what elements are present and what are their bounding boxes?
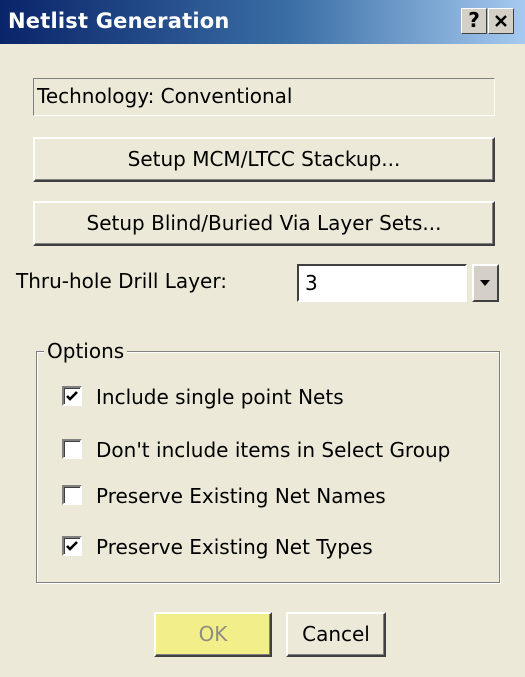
drill-layer-dropdown-button[interactable] <box>472 264 499 302</box>
checkbox[interactable] <box>62 439 82 459</box>
option-label: Preserve Existing Net Names <box>96 484 386 508</box>
option-label: Don't include items in Select Group <box>96 438 451 462</box>
cancel-button[interactable]: Cancel <box>286 612 386 657</box>
help-button[interactable]: ? <box>461 8 487 34</box>
close-button[interactable] <box>488 8 514 34</box>
checkmark-icon <box>66 391 78 401</box>
drill-layer-label: Thru-hole Drill Layer: <box>16 269 227 293</box>
checkbox[interactable] <box>62 536 82 556</box>
technology-display: Technology: Conventional <box>33 78 495 116</box>
netlist-generation-dialog: Netlist Generation ? Technology: Convent… <box>0 0 525 677</box>
drill-layer-input[interactable]: 3 <box>297 264 467 302</box>
options-group-label: Options <box>44 339 128 363</box>
checkbox[interactable] <box>62 386 82 406</box>
checkbox[interactable] <box>62 485 82 505</box>
dialog-title: Netlist Generation <box>8 9 230 33</box>
ok-button[interactable]: OK <box>154 612 272 657</box>
title-bar[interactable]: Netlist Generation ? <box>0 0 525 44</box>
close-icon <box>495 15 507 27</box>
option-label: Include single point Nets <box>96 385 344 409</box>
setup-stackup-button[interactable]: Setup MCM/LTCC Stackup... <box>33 137 495 182</box>
option-label: Preserve Existing Net Types <box>96 535 373 559</box>
checkmark-icon <box>66 541 78 551</box>
setup-via-layer-sets-button[interactable]: Setup Blind/Buried Via Layer Sets... <box>33 201 495 246</box>
chevron-down-icon <box>480 280 490 286</box>
